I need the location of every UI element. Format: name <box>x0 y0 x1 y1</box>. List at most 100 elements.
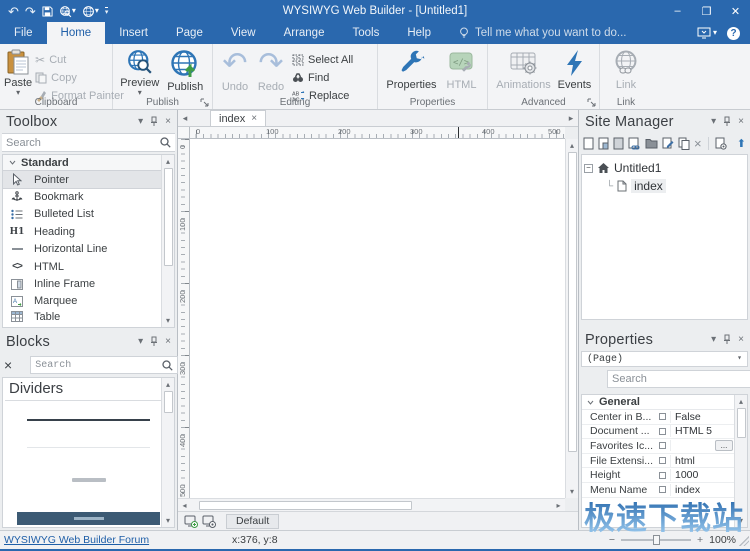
new-page-icon[interactable] <box>583 137 594 150</box>
tab-close-icon[interactable]: × <box>251 113 257 124</box>
tab-scroll-left-icon[interactable]: ◂ <box>178 110 192 126</box>
tree-collapse-icon[interactable]: − <box>584 164 593 173</box>
blocks-close-icon[interactable]: × <box>165 336 171 347</box>
publish-dialog-launcher-icon[interactable] <box>200 98 209 107</box>
toolbox-menu-icon[interactable]: ▾ <box>138 116 143 127</box>
close-button[interactable]: ✕ <box>721 0 750 22</box>
properties-scrollbar[interactable]: ▴ ▾ <box>734 395 747 527</box>
help-icon[interactable]: ? <box>727 27 740 40</box>
breakpoint-default-chip[interactable]: Default <box>226 514 279 529</box>
tab-page[interactable]: Page <box>162 22 217 44</box>
scroll-down-icon[interactable]: ▾ <box>162 314 174 327</box>
folder-icon[interactable] <box>645 138 658 149</box>
properties-pin-icon[interactable] <box>723 334 731 345</box>
clone-page-icon[interactable] <box>678 137 690 150</box>
display-options-icon[interactable]: ▾ <box>697 27 717 39</box>
zoom-in-icon[interactable]: + <box>697 534 703 546</box>
paste-button[interactable]: Paste ▾ <box>4 47 32 95</box>
page-canvas[interactable] <box>190 139 565 498</box>
toolbox-item-table[interactable]: Table <box>3 310 174 323</box>
redo-icon[interactable]: ↷ <box>25 5 36 18</box>
manage-breakpoints-icon[interactable] <box>202 515 216 528</box>
properties-menu-icon[interactable]: ▾ <box>711 334 716 345</box>
undo-button[interactable]: ↶ Undo <box>217 47 253 95</box>
tell-me-box[interactable]: Tell me what you want to do... <box>459 27 627 39</box>
toolbox-item-html[interactable]: <> HTML <box>3 258 174 275</box>
publish-quick-icon[interactable]: ▾ <box>82 5 99 18</box>
toolbox-close-icon[interactable]: × <box>165 116 171 127</box>
scroll-down-icon[interactable]: ▾ <box>162 514 174 527</box>
property-row-height[interactable]: Height 1000 <box>582 468 747 483</box>
minimize-button[interactable]: – <box>663 0 692 22</box>
properties-button[interactable]: Properties <box>383 47 441 95</box>
scroll-up-icon[interactable]: ▴ <box>162 155 174 168</box>
toolbox-item-marquee[interactable]: A Marquee <box>3 293 174 310</box>
master-page-icon[interactable] <box>613 137 624 150</box>
tab-scroll-right-icon[interactable]: ▸ <box>564 110 578 126</box>
zoom-out-icon[interactable]: − <box>609 534 615 546</box>
tab-view[interactable]: View <box>217 22 270 44</box>
toolbox-item-heading[interactable]: H1 Heading <box>3 223 174 240</box>
customize-quick-access-icon[interactable]: ▾ <box>105 7 109 16</box>
divider-block-line[interactable] <box>27 419 150 421</box>
toolbox-item-bookmark[interactable]: Bookmark <box>3 188 174 205</box>
blocks-search[interactable] <box>30 356 178 374</box>
canvas-horizontal-scrollbar[interactable]: ◂ ▸ <box>178 498 565 511</box>
site-manager-menu-icon[interactable]: ▾ <box>711 116 716 127</box>
select-all-button[interactable]: Select All <box>289 51 356 68</box>
link-button[interactable]: Link <box>606 47 646 95</box>
toolbox-item-inline-frame[interactable]: Inline Frame <box>3 275 174 292</box>
property-row-favorites-icon[interactable]: Favorites Ic... ... <box>582 439 747 454</box>
tab-insert[interactable]: Insert <box>105 22 162 44</box>
toolbox-scrollbar[interactable]: ▴ ▾ <box>161 155 174 327</box>
site-root-label[interactable]: Untitled1 <box>614 161 661 175</box>
add-breakpoint-icon[interactable] <box>184 515 198 528</box>
zoom-slider[interactable] <box>621 539 691 541</box>
page-properties-icon[interactable] <box>715 137 727 150</box>
scroll-down-icon[interactable]: ▾ <box>566 485 578 498</box>
document-tab-index[interactable]: index × <box>210 110 266 126</box>
resize-grip[interactable] <box>739 536 749 546</box>
edit-page-icon[interactable] <box>662 137 674 150</box>
blocks-section-dividers[interactable]: Dividers <box>5 378 172 401</box>
scroll-up-icon[interactable]: ▴ <box>566 139 578 152</box>
toolbox-category-standard[interactable]: Standard <box>3 155 174 171</box>
toolbox-search-input[interactable] <box>6 137 160 149</box>
undo-icon[interactable]: ↶ <box>8 5 19 18</box>
scroll-left-icon[interactable]: ◂ <box>178 501 191 510</box>
divider-block-thin[interactable] <box>27 447 150 448</box>
scroll-up-icon[interactable]: ▴ <box>162 378 174 391</box>
blocks-menu-icon[interactable]: ▾ <box>138 336 143 347</box>
tab-file[interactable]: File <box>0 22 47 44</box>
scroll-right-icon[interactable]: ▸ <box>552 501 565 510</box>
publish-button[interactable]: Publish <box>163 47 209 95</box>
property-row-document-type[interactable]: Document ... HTML 5 <box>582 425 747 440</box>
blocks-scrollbar[interactable]: ▴ ▾ <box>161 378 174 527</box>
tab-help[interactable]: Help <box>393 22 445 44</box>
zoom-slider-thumb[interactable] <box>653 535 660 545</box>
property-row-center-in-browser[interactable]: Center in B... False <box>582 410 747 425</box>
toolbox-item-pointer[interactable]: Pointer <box>3 171 174 188</box>
toolbox-search[interactable] <box>2 133 175 152</box>
site-tree-root[interactable]: − Untitled1 <box>584 159 745 177</box>
toolbox-item-bulleted-list[interactable]: Bulleted List <box>3 206 174 223</box>
site-tree-page-index[interactable]: └ index <box>606 177 745 195</box>
html-button[interactable]: </> HTML <box>441 47 483 95</box>
property-row-file-extension[interactable]: File Extensi... html <box>582 454 747 469</box>
save-icon[interactable] <box>42 6 53 17</box>
site-page-label[interactable]: index <box>631 179 666 193</box>
move-up-icon[interactable]: ⬆ <box>737 137 746 150</box>
delete-page-icon[interactable]: × <box>694 137 702 150</box>
toolbox-pin-icon[interactable] <box>150 116 158 127</box>
forum-link[interactable]: WYSIWYG Web Builder Forum <box>0 534 228 546</box>
browse-button[interactable]: ... <box>715 440 733 451</box>
events-button[interactable]: Events <box>555 47 595 95</box>
add-page-icon[interactable] <box>598 137 609 150</box>
divider-block-text[interactable] <box>3 478 174 482</box>
find-button[interactable]: Find <box>289 69 356 86</box>
site-manager-pin-icon[interactable] <box>723 116 731 127</box>
canvas-vertical-scrollbar[interactable]: ▴ ▾ <box>565 139 578 498</box>
preview-quick-icon[interactable]: ▾ <box>59 5 76 18</box>
properties-search[interactable] <box>607 370 750 388</box>
site-manager-close-icon[interactable]: × <box>738 116 744 127</box>
